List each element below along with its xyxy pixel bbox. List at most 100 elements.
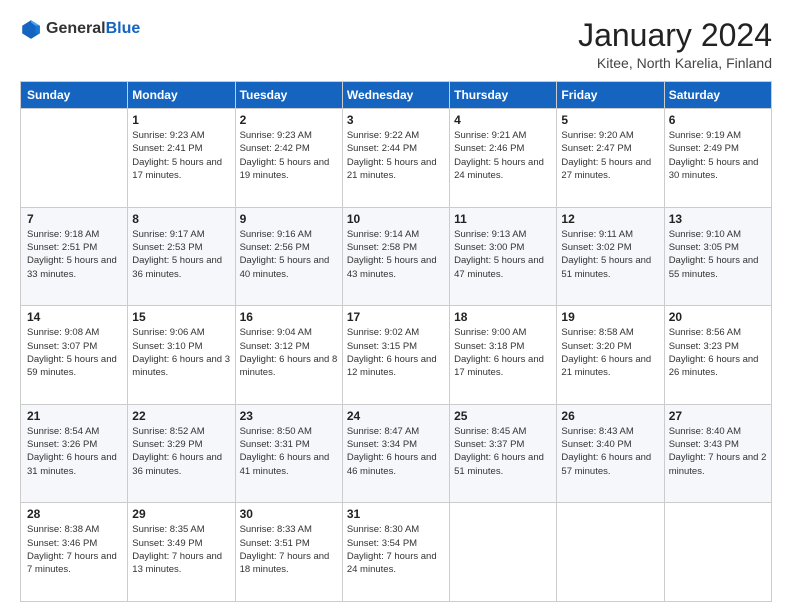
day-info: Sunrise: 8:56 AMSunset: 3:23 PMDaylight:…: [669, 326, 767, 379]
day-number: 31: [347, 507, 445, 521]
day-info: Sunrise: 9:13 AMSunset: 3:00 PMDaylight:…: [454, 228, 552, 281]
calendar-cell: 27 Sunrise: 8:40 AMSunset: 3:43 PMDayligh…: [664, 404, 771, 503]
day-info: Sunrise: 9:10 AMSunset: 3:05 PMDaylight:…: [669, 228, 767, 281]
calendar-cell: 6 Sunrise: 9:19 AMSunset: 2:49 PMDaylight…: [664, 109, 771, 208]
day-info: Sunrise: 9:17 AMSunset: 2:53 PMDaylight:…: [132, 228, 230, 281]
calendar-week-3: 14 Sunrise: 9:08 AMSunset: 3:07 PMDayligh…: [21, 306, 772, 405]
calendar-cell: 8 Sunrise: 9:17 AMSunset: 2:53 PMDaylight…: [128, 207, 235, 306]
calendar-cell: 17 Sunrise: 9:02 AMSunset: 3:15 PMDayligh…: [342, 306, 449, 405]
day-info: Sunrise: 9:23 AMSunset: 2:42 PMDaylight:…: [240, 129, 338, 182]
day-info: Sunrise: 9:00 AMSunset: 3:18 PMDaylight:…: [454, 326, 552, 379]
col-header-thursday: Thursday: [450, 82, 557, 109]
calendar-cell: 11 Sunrise: 9:13 AMSunset: 3:00 PMDayligh…: [450, 207, 557, 306]
day-info: Sunrise: 9:23 AMSunset: 2:41 PMDaylight:…: [132, 129, 230, 182]
day-number: 4: [454, 113, 552, 127]
logo: General Blue: [20, 18, 140, 40]
day-number: 11: [454, 212, 552, 226]
calendar-cell: 28 Sunrise: 8:38 AMSunset: 3:46 PMDayligh…: [21, 503, 128, 602]
calendar-cell: 12 Sunrise: 9:11 AMSunset: 3:02 PMDayligh…: [557, 207, 664, 306]
calendar-week-2: 7Sunrise: 9:18 AMSunset: 2:51 PMDaylight…: [21, 207, 772, 306]
day-info: Sunrise: 9:11 AMSunset: 3:02 PMDaylight:…: [561, 228, 659, 281]
calendar-cell: 13 Sunrise: 9:10 AMSunset: 3:05 PMDayligh…: [664, 207, 771, 306]
calendar-cell: [664, 503, 771, 602]
day-number: 27: [669, 409, 767, 423]
day-number: 14: [27, 310, 123, 324]
day-number: 21: [27, 409, 123, 423]
day-number: 19: [561, 310, 659, 324]
day-number: 25: [454, 409, 552, 423]
day-number: 16: [240, 310, 338, 324]
day-number: 28: [27, 507, 123, 521]
day-info: Sunrise: 8:50 AMSunset: 3:31 PMDaylight:…: [240, 425, 338, 478]
calendar-cell: 29 Sunrise: 8:35 AMSunset: 3:49 PMDayligh…: [128, 503, 235, 602]
calendar-cell: 2 Sunrise: 9:23 AMSunset: 2:42 PMDaylight…: [235, 109, 342, 208]
calendar-week-4: 21 Sunrise: 8:54 AMSunset: 3:26 PMDayligh…: [21, 404, 772, 503]
calendar-cell: 19Sunrise: 8:58 AMSunset: 3:20 PMDayligh…: [557, 306, 664, 405]
calendar-cell: 1 Sunrise: 9:23 AMSunset: 2:41 PMDaylight…: [128, 109, 235, 208]
day-number: 1: [132, 113, 230, 127]
day-number: 10: [347, 212, 445, 226]
day-info: Sunrise: 9:20 AMSunset: 2:47 PMDaylight:…: [561, 129, 659, 182]
calendar-cell: 22 Sunrise: 8:52 AMSunset: 3:29 PMDayligh…: [128, 404, 235, 503]
calendar-cell: [557, 503, 664, 602]
day-info: Sunrise: 9:22 AMSunset: 2:44 PMDaylight:…: [347, 129, 445, 182]
logo-text: General Blue: [46, 20, 140, 38]
header: General Blue January 2024 Kitee, North K…: [20, 18, 772, 71]
calendar-cell: 25 Sunrise: 8:45 AMSunset: 3:37 PMDayligh…: [450, 404, 557, 503]
day-number: 20: [669, 310, 767, 324]
col-header-monday: Monday: [128, 82, 235, 109]
calendar-cell: 15Sunrise: 9:06 AMSunset: 3:10 PMDayligh…: [128, 306, 235, 405]
col-header-saturday: Saturday: [664, 82, 771, 109]
day-info: Sunrise: 8:43 AMSunset: 3:40 PMDaylight:…: [561, 425, 659, 478]
calendar-header-row: SundayMondayTuesdayWednesdayThursdayFrid…: [21, 82, 772, 109]
calendar-table: SundayMondayTuesdayWednesdayThursdayFrid…: [20, 81, 772, 602]
calendar-cell: 23Sunrise: 8:50 AMSunset: 3:31 PMDayligh…: [235, 404, 342, 503]
day-number: 7: [27, 212, 123, 226]
day-number: 30: [240, 507, 338, 521]
day-number: 12: [561, 212, 659, 226]
day-number: 26: [561, 409, 659, 423]
day-info: Sunrise: 8:35 AMSunset: 3:49 PMDaylight:…: [132, 523, 230, 576]
calendar-cell: [450, 503, 557, 602]
location-title: Kitee, North Karelia, Finland: [578, 55, 772, 71]
calendar-cell: 26 Sunrise: 8:43 AMSunset: 3:40 PMDayligh…: [557, 404, 664, 503]
calendar-cell: 10 Sunrise: 9:14 AMSunset: 2:58 PMDayligh…: [342, 207, 449, 306]
calendar-cell: 31 Sunrise: 8:30 AMSunset: 3:54 PMDayligh…: [342, 503, 449, 602]
day-info: Sunrise: 9:06 AMSunset: 3:10 PMDaylight:…: [132, 326, 230, 379]
calendar-cell: 21 Sunrise: 8:54 AMSunset: 3:26 PMDayligh…: [21, 404, 128, 503]
calendar-week-1: 1 Sunrise: 9:23 AMSunset: 2:41 PMDaylight…: [21, 109, 772, 208]
day-number: 8: [132, 212, 230, 226]
calendar-cell: 5 Sunrise: 9:20 AMSunset: 2:47 PMDaylight…: [557, 109, 664, 208]
day-number: 6: [669, 113, 767, 127]
day-number: 13: [669, 212, 767, 226]
calendar-cell: 14 Sunrise: 9:08 AMSunset: 3:07 PMDayligh…: [21, 306, 128, 405]
day-info: Sunrise: 8:54 AMSunset: 3:26 PMDaylight:…: [27, 425, 123, 478]
day-number: 22: [132, 409, 230, 423]
day-info: Sunrise: 8:30 AMSunset: 3:54 PMDaylight:…: [347, 523, 445, 576]
day-number: 9: [240, 212, 338, 226]
day-info: Sunrise: 8:52 AMSunset: 3:29 PMDaylight:…: [132, 425, 230, 478]
day-info: Sunrise: 8:38 AMSunset: 3:46 PMDaylight:…: [27, 523, 123, 576]
calendar-cell: 4Sunrise: 9:21 AMSunset: 2:46 PMDaylight…: [450, 109, 557, 208]
calendar-cell: 7Sunrise: 9:18 AMSunset: 2:51 PMDaylight…: [21, 207, 128, 306]
day-number: 17: [347, 310, 445, 324]
col-header-sunday: Sunday: [21, 82, 128, 109]
day-info: Sunrise: 9:02 AMSunset: 3:15 PMDaylight:…: [347, 326, 445, 379]
logo-icon: [20, 18, 42, 40]
calendar-cell: [21, 109, 128, 208]
day-info: Sunrise: 8:40 AMSunset: 3:43 PMDaylight:…: [669, 425, 767, 478]
day-number: 2: [240, 113, 338, 127]
title-section: January 2024 Kitee, North Karelia, Finla…: [578, 18, 772, 71]
day-info: Sunrise: 9:08 AMSunset: 3:07 PMDaylight:…: [27, 326, 123, 379]
calendar-cell: 24Sunrise: 8:47 AMSunset: 3:34 PMDayligh…: [342, 404, 449, 503]
calendar-week-5: 28 Sunrise: 8:38 AMSunset: 3:46 PMDayligh…: [21, 503, 772, 602]
calendar-cell: 16Sunrise: 9:04 AMSunset: 3:12 PMDayligh…: [235, 306, 342, 405]
day-number: 29: [132, 507, 230, 521]
day-info: Sunrise: 9:14 AMSunset: 2:58 PMDaylight:…: [347, 228, 445, 281]
calendar-cell: 3Sunrise: 9:22 AMSunset: 2:44 PMDaylight…: [342, 109, 449, 208]
day-info: Sunrise: 9:19 AMSunset: 2:49 PMDaylight:…: [669, 129, 767, 182]
day-info: Sunrise: 8:45 AMSunset: 3:37 PMDaylight:…: [454, 425, 552, 478]
day-number: 5: [561, 113, 659, 127]
day-number: 18: [454, 310, 552, 324]
month-title: January 2024: [578, 18, 772, 53]
